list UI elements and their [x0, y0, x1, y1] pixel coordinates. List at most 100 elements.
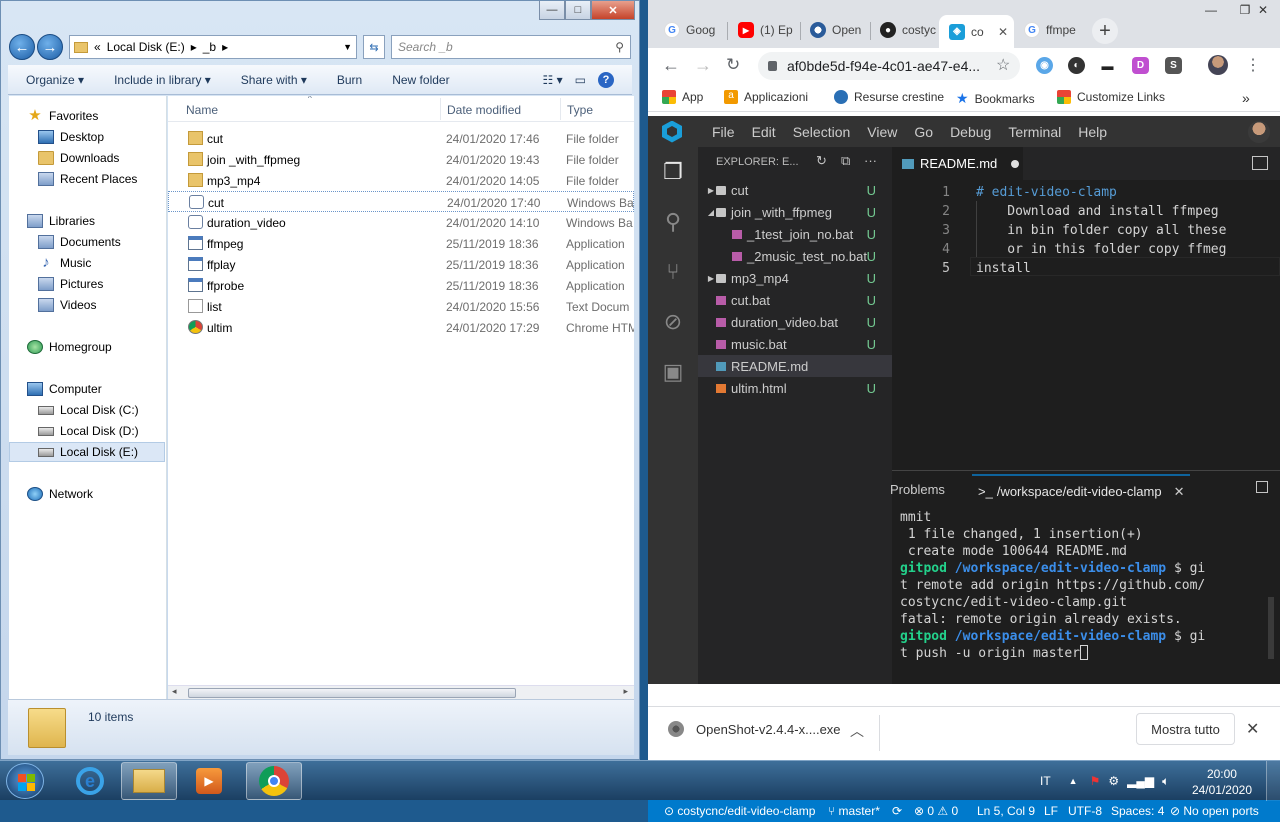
nav-disk-e[interactable]: Local Disk (E:) — [9, 442, 165, 462]
nav-videos[interactable]: Videos — [38, 295, 96, 315]
file-name[interactable]: ffmpeg — [207, 237, 243, 251]
file-name[interactable]: cut — [207, 132, 223, 146]
tray-flag-icon[interactable]: ⚑ — [1090, 774, 1101, 788]
taskbar-explorer[interactable] — [121, 762, 177, 800]
bookmark-applicazioni[interactable]: a Applicazioni — [724, 90, 808, 104]
menu-dots-icon[interactable]: ⋮ — [1245, 55, 1261, 75]
refresh-button[interactable]: ⇆ — [363, 35, 385, 59]
code-line[interactable]: install — [976, 261, 1031, 276]
column-type[interactable]: Type — [567, 103, 593, 117]
share-with-menu[interactable]: Share with ▾ — [241, 73, 307, 87]
breadcrumb-separator-icon[interactable]: ▸ — [191, 40, 197, 54]
gitpod-logo-icon[interactable] — [648, 116, 696, 147]
bookmark-apps[interactable]: App — [662, 90, 703, 104]
bookmark-bookmarks[interactable]: ★ Bookmarks — [956, 90, 1035, 107]
download-filename[interactable]: OpenShot-v2.4.4-x....exe — [696, 722, 841, 737]
code-line[interactable]: or in this folder copy ffmeg — [976, 242, 1226, 257]
maximize-button[interactable]: □ — [565, 1, 591, 20]
branch-indicator[interactable]: ⑂ master* — [828, 804, 880, 818]
nav-disk-c[interactable]: Local Disk (C:) — [38, 400, 139, 420]
file-row[interactable]: join _with_ffpmeg 24/01/2020 19:43 File fo… — [168, 149, 634, 170]
tree-file[interactable]: _2music_test_no.bat U — [698, 245, 892, 267]
bookmark-resurse-crestine[interactable]: Resurse crestine — [834, 90, 944, 104]
column-name[interactable]: Name — [186, 103, 218, 117]
breadcrumb-local-disk-e[interactable]: Local Disk (E:) — [107, 40, 185, 54]
file-name[interactable]: ffprobe — [207, 279, 244, 293]
breadcrumb-separator-icon[interactable]: ▸ — [222, 40, 228, 54]
extension-s-icon[interactable]: S — [1165, 57, 1182, 74]
menu-help[interactable]: Help — [1078, 124, 1107, 140]
tree-label[interactable]: music.bat — [731, 337, 787, 352]
menu-file[interactable]: File — [712, 124, 735, 140]
nav-disk-d[interactable]: Local Disk (D:) — [38, 421, 139, 441]
breadcrumb-b[interactable]: _b — [203, 40, 216, 54]
profile-avatar[interactable] — [1208, 55, 1228, 75]
collapse-all-icon[interactable]: ⧉ — [841, 153, 850, 169]
terminal-scrollbar[interactable] — [1268, 597, 1274, 659]
source-control-icon[interactable]: ⑂ — [660, 259, 686, 285]
bookmark-star-icon[interactable]: ☆ — [996, 55, 1010, 75]
file-name[interactable]: ffplay — [207, 258, 235, 272]
code-line[interactable]: in bin folder copy all these — [976, 223, 1226, 238]
address-bar[interactable]: af0bde5d-f94e-4c01-ae47-e4... — [758, 52, 1020, 80]
new-tab-button[interactable]: + — [1092, 18, 1118, 44]
include-in-library-menu[interactable]: Include in library ▾ — [114, 73, 211, 87]
preview-pane-icon[interactable]: ▭ — [575, 73, 586, 87]
file-row[interactable]: ultim 24/01/2020 17:29 Chrome HTM — [168, 317, 634, 338]
refresh-icon[interactable]: ↻ — [816, 153, 827, 169]
tree-label[interactable]: _1test_join_no.bat — [747, 227, 853, 242]
minimize-button[interactable]: — — [1194, 0, 1228, 20]
cursor-position[interactable]: Ln 5, Col 9 — [977, 804, 1035, 818]
search-input[interactable]: Search _b ⚲ — [391, 35, 631, 59]
clock[interactable]: 20:00 24/01/2020 — [1192, 766, 1252, 798]
nav-desktop[interactable]: Desktop — [38, 127, 104, 147]
menu-edit[interactable]: Edit — [752, 124, 776, 140]
tray-expand-icon[interactable]: ▲ — [1069, 776, 1078, 786]
scrollbar-thumb[interactable] — [188, 688, 516, 698]
tab-ffmpeg[interactable]: Gffmpe — [1014, 15, 1086, 45]
scroll-right-icon[interactable]: ▸ — [623, 686, 628, 697]
nav-downloads[interactable]: Downloads — [38, 148, 119, 168]
tree-label[interactable]: _2music_test_no.bat — [747, 249, 867, 264]
tab-github[interactable]: ● costyc — [870, 15, 940, 45]
menu-debug[interactable]: Debug — [950, 124, 991, 140]
tab-youtube[interactable]: ▶ (1) Ep — [728, 15, 798, 45]
file-name[interactable]: join _with_ffpmeg — [207, 153, 300, 167]
nav-libraries[interactable]: Libraries — [27, 211, 95, 231]
tree-file[interactable]: music.bat U — [698, 333, 892, 355]
minimize-button[interactable]: — — [539, 1, 565, 20]
chevron-up-icon[interactable]: ︿ — [850, 721, 864, 741]
encoding-indicator[interactable]: UTF-8 — [1068, 804, 1102, 818]
show-desktop-button[interactable] — [1266, 761, 1280, 801]
file-row[interactable]: cut 24/01/2020 17:46 File folder — [168, 128, 634, 149]
nav-favorites[interactable]: ★ Favorites — [27, 106, 98, 126]
tree-label[interactable]: mp3_mp4 — [731, 271, 789, 286]
split-editor-icon[interactable] — [1252, 156, 1268, 170]
chevron-down-icon[interactable]: ◢ — [706, 208, 716, 217]
taskbar-media-player[interactable]: ▶ — [181, 762, 237, 800]
help-icon[interactable]: ? — [598, 71, 614, 88]
taskbar-internet-explorer[interactable]: e — [62, 762, 118, 800]
close-button[interactable]: ✕ — [591, 1, 635, 20]
file-name[interactable]: cut — [208, 196, 224, 210]
tree-label[interactable]: duration_video.bat — [731, 315, 838, 330]
nav-computer[interactable]: Computer — [27, 379, 102, 399]
reload-icon[interactable]: ↻ — [726, 55, 740, 75]
nav-music[interactable]: ♪ Music — [38, 253, 91, 273]
indent-indicator[interactable]: Spaces: 4 — [1111, 804, 1164, 818]
horizontal-scrollbar[interactable]: ◂ ▸ — [168, 685, 634, 699]
file-row[interactable]: list 24/01/2020 15:56 Text Docum — [168, 296, 634, 317]
tree-label[interactable]: join _with_ffpmeg — [731, 205, 832, 220]
address-chevrons[interactable]: « — [94, 40, 101, 54]
menu-terminal[interactable]: Terminal — [1008, 124, 1061, 140]
close-download-bar-icon[interactable]: ✕ — [1246, 719, 1259, 739]
maximize-panel-icon[interactable] — [1256, 481, 1268, 493]
file-name[interactable]: list — [207, 300, 222, 314]
extension-d-icon[interactable]: D — [1132, 57, 1149, 74]
view-options-icon[interactable]: ☷ ▾ — [543, 73, 563, 87]
user-avatar[interactable] — [1248, 121, 1270, 143]
more-actions-icon[interactable]: ··· — [864, 153, 877, 168]
file-row[interactable]: ffplay 25/11/2019 18:36 Application — [168, 254, 634, 275]
tree-file[interactable]: README.md — [698, 355, 892, 377]
taskbar-chrome[interactable] — [246, 762, 302, 800]
